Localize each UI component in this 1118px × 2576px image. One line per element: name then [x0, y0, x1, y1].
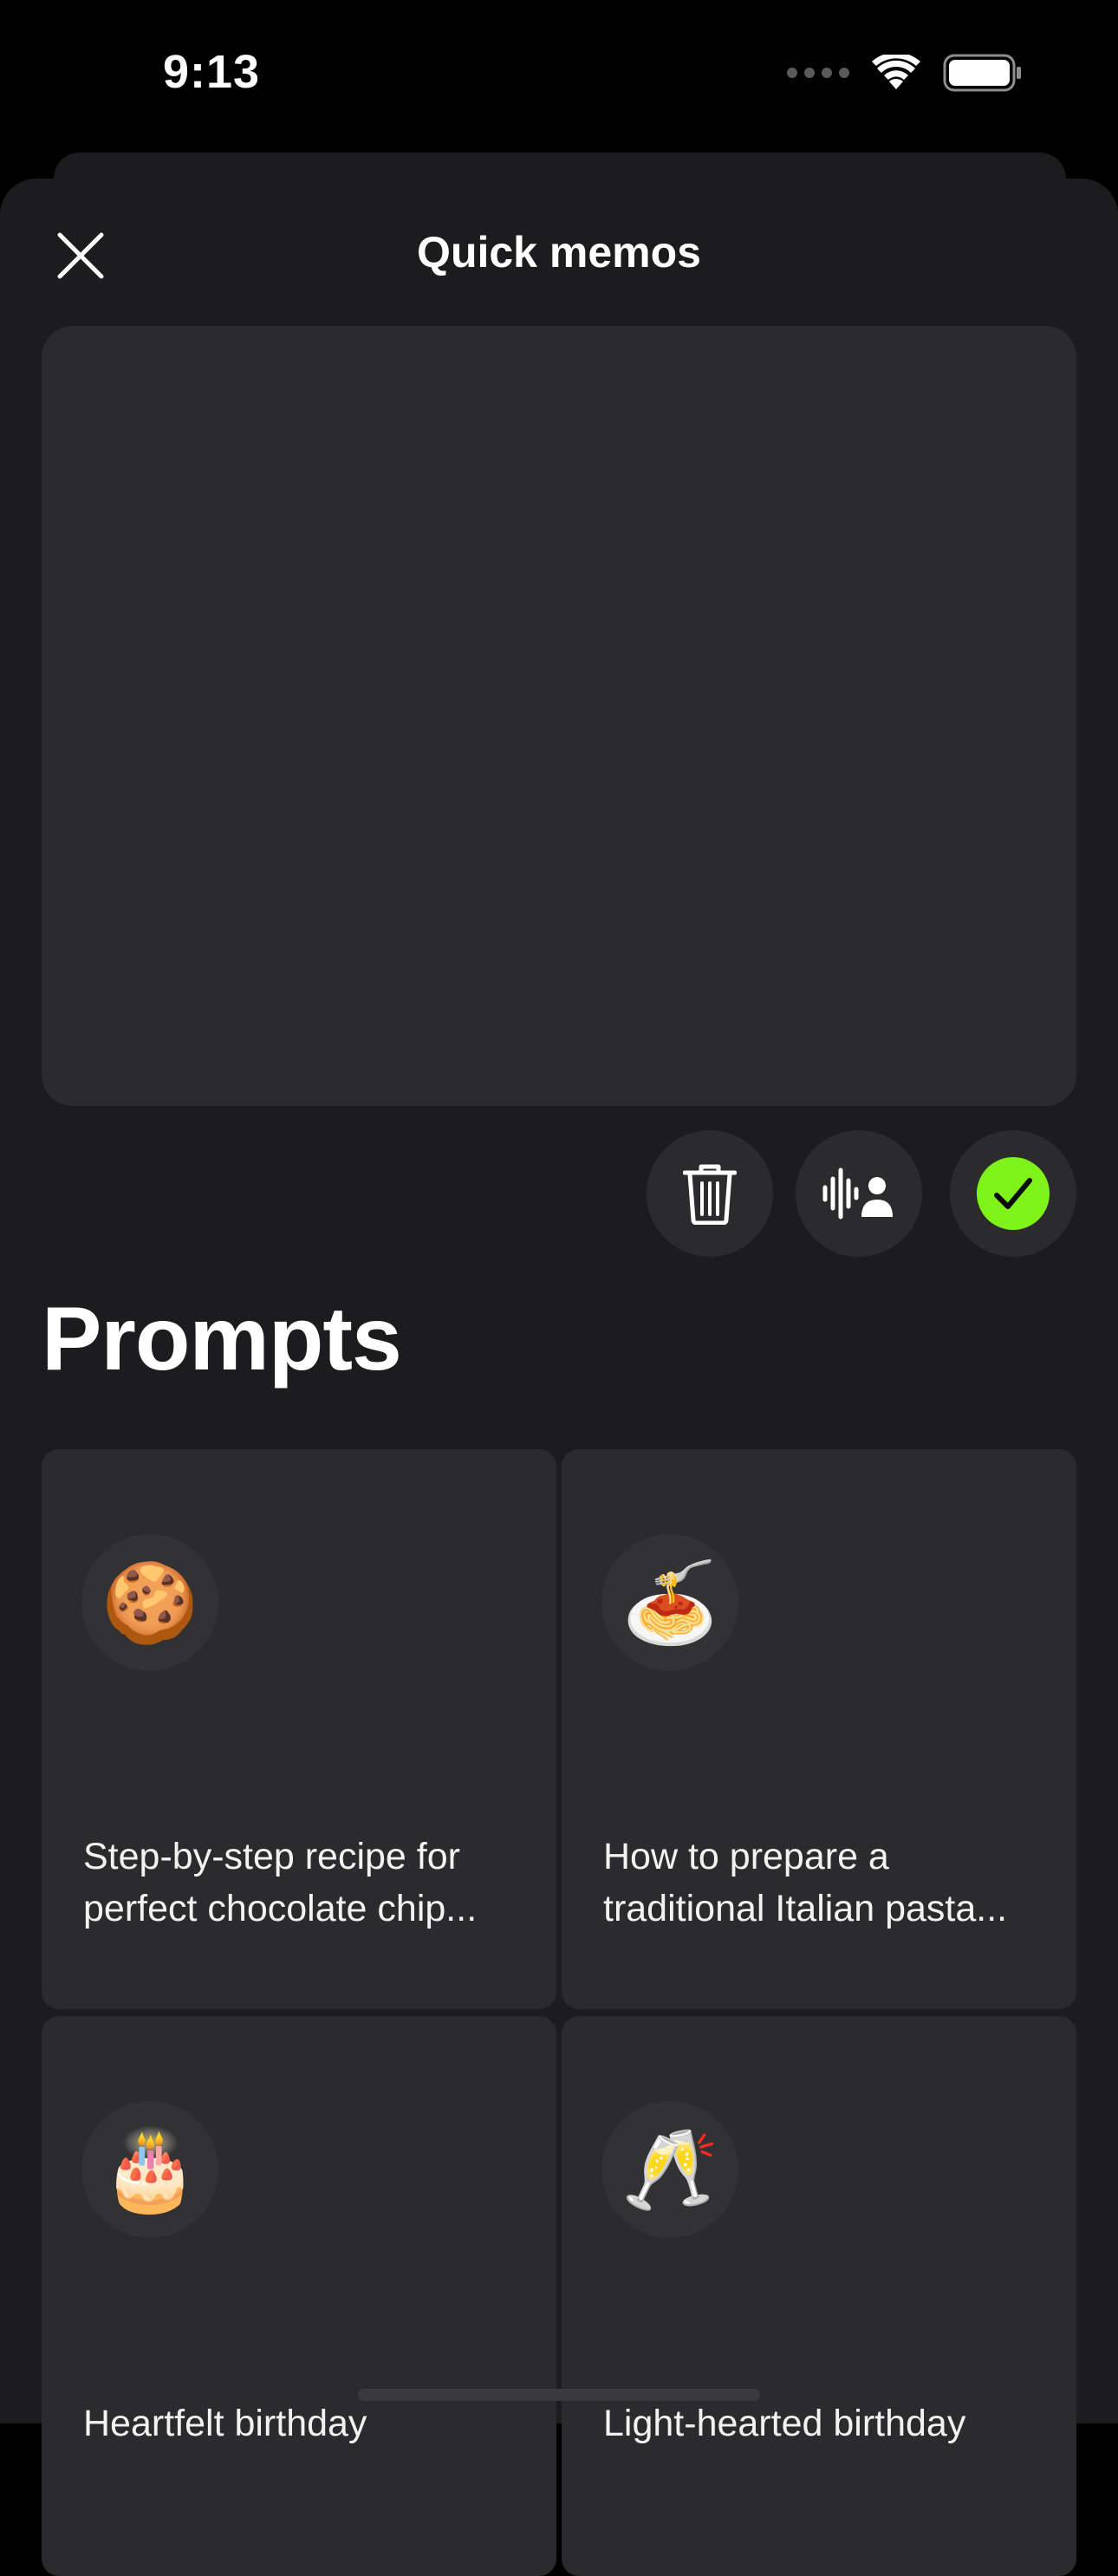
- signal-dots-icon: [787, 68, 849, 78]
- home-indicator[interactable]: [358, 2389, 760, 2401]
- prompts-heading: Prompts: [42, 1289, 402, 1389]
- confirm-indicator: [977, 1157, 1050, 1230]
- prompt-card[interactable]: 🍝 How to prepare a traditional Italian p…: [562, 1449, 1076, 2009]
- prompt-text: Heartfelt birthday: [83, 2403, 367, 2444]
- voice-person-icon: [822, 1168, 893, 1220]
- prompt-card[interactable]: 🎂 Heartfelt birthday: [42, 2016, 556, 2576]
- prompt-card[interactable]: 🍪 Step-by-step recipe for perfect chocol…: [42, 1449, 556, 2009]
- cookie-icon: 🍪: [81, 1534, 218, 1671]
- prompt-text: Light-hearted birthday: [603, 2403, 966, 2444]
- status-bar: 9:13: [0, 0, 1118, 152]
- wifi-icon: [872, 55, 920, 89]
- delete-button[interactable]: [647, 1130, 773, 1257]
- battery-icon: [943, 54, 1021, 92]
- sheet-title: Quick memos: [417, 228, 701, 276]
- status-icons: [787, 54, 1023, 92]
- memo-actions: [0, 1130, 1118, 1260]
- memo-text-area[interactable]: [42, 326, 1076, 1106]
- clinking-glasses-icon: 🥂: [601, 2101, 738, 2238]
- sheet-header: Quick memos: [0, 179, 1118, 326]
- trash-icon: [683, 1164, 737, 1225]
- status-time: 9:13: [163, 46, 261, 98]
- spaghetti-icon: 🍝: [601, 1534, 738, 1671]
- confirm-button[interactable]: [950, 1130, 1076, 1257]
- prompt-text: Step-by-step recipe for perfect chocolat…: [83, 1836, 478, 1929]
- quick-memos-sheet: Quick memos Prompts 🍪 Step-by-step recip…: [0, 179, 1118, 2576]
- prompt-card[interactable]: 🥂 Light-hearted birthday: [562, 2016, 1076, 2576]
- prompt-text: How to prepare a traditional Italian pas…: [603, 1836, 1008, 1929]
- checkmark-icon: [994, 1178, 1032, 1209]
- voice-button[interactable]: [796, 1130, 922, 1257]
- birthday-cake-icon: 🎂: [81, 2101, 218, 2238]
